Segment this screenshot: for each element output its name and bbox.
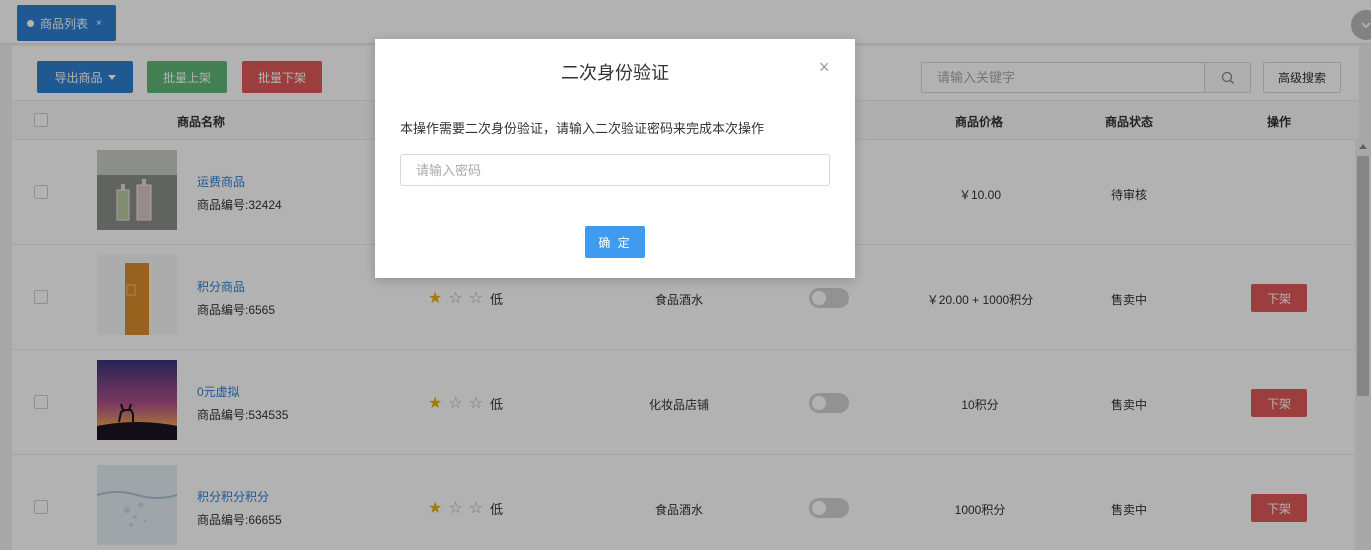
confirm-button[interactable]: 确 定 [585,226,645,258]
close-icon[interactable]: × [819,58,830,76]
password-input[interactable] [400,154,830,186]
verification-dialog: 二次身份验证 × 本操作需要二次身份验证，请输入二次验证密码来完成本次操作 确 … [375,39,855,278]
dialog-message: 本操作需要二次身份验证，请输入二次验证密码来完成本次操作 [400,121,765,136]
dialog-title: 二次身份验证 [561,63,669,83]
